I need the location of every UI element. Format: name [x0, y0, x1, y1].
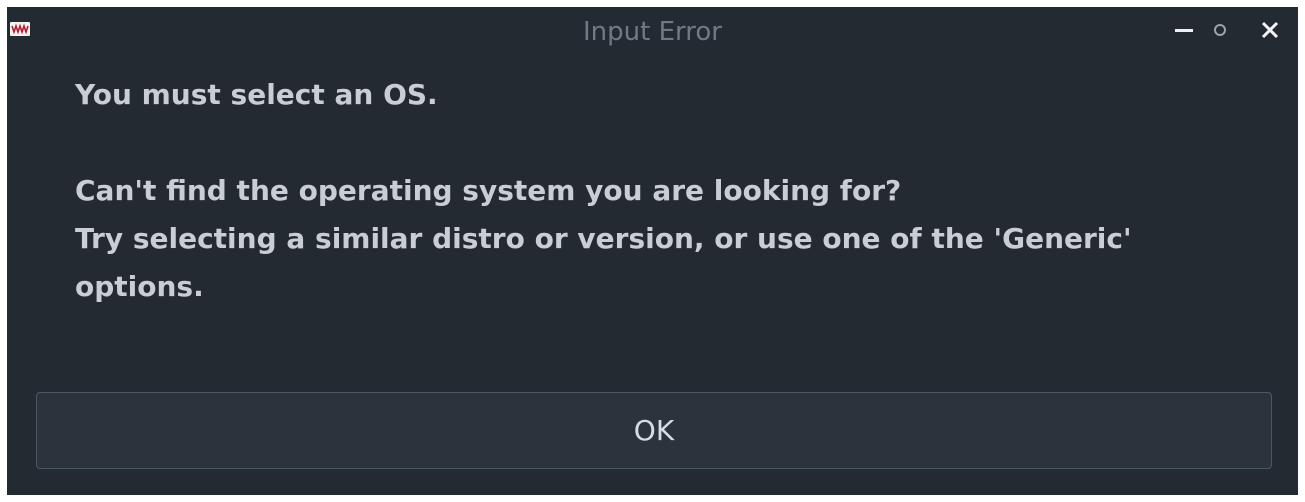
dialog-window: Input Error You must select an OS. Can't…	[7, 7, 1298, 495]
title-bar[interactable]: Input Error	[7, 7, 1298, 55]
message-line-1: Can't find the operating system you are …	[75, 174, 902, 207]
minimize-icon	[1175, 28, 1193, 32]
message-line-2: Try selecting a similar distro or versio…	[75, 222, 1132, 255]
close-button[interactable]	[1257, 17, 1283, 43]
maximize-icon	[1214, 24, 1226, 36]
maximize-button[interactable]	[1207, 17, 1233, 43]
minimize-button[interactable]	[1171, 17, 1197, 43]
close-icon	[1261, 21, 1279, 39]
message-line-3: options.	[75, 270, 204, 303]
ok-button[interactable]: OK	[36, 392, 1272, 469]
window-title: Input Error	[583, 17, 722, 47]
message-body: You must select an OS. Can't find the op…	[75, 71, 1275, 311]
message-headline: You must select an OS.	[75, 78, 438, 111]
